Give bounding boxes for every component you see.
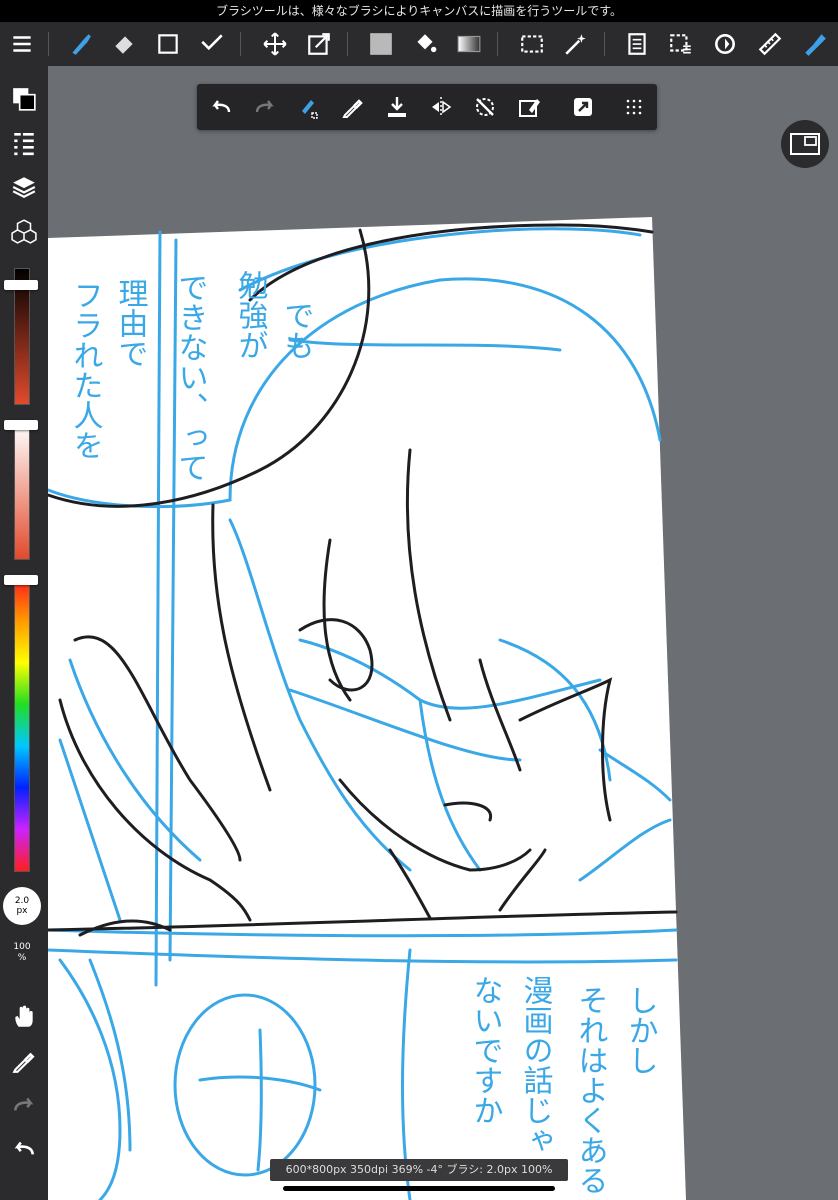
brush-size-indicator[interactable]: 2.0 px: [3, 887, 41, 925]
sketch-text-4: 理由で: [113, 278, 148, 368]
move-icon[interactable]: [258, 28, 292, 60]
opacity-indicator[interactable]: 100 %: [0, 942, 44, 964]
eyedropper-icon[interactable]: [337, 91, 369, 123]
drawing-canvas[interactable]: でも 勉強が できない、って 理由で フラれた人を しかし それはよくある 漫画…: [0, 0, 838, 1200]
toolbar-divider: [347, 32, 348, 56]
line-icon[interactable]: [195, 28, 229, 60]
redo-icon[interactable]: [249, 91, 281, 123]
slider-thumb[interactable]: [4, 575, 38, 585]
redo-icon[interactable]: [7, 1088, 41, 1122]
flip-icon[interactable]: [425, 91, 457, 123]
clear-icon[interactable]: [513, 91, 545, 123]
sketch-text-9: ないですか: [468, 975, 503, 1125]
page-icon[interactable]: [620, 28, 654, 60]
brush-size-unit: px: [16, 906, 28, 916]
sketch-text-2: 勉強が: [233, 270, 269, 360]
status-bar: 600*800px 350dpi 369% -4° ブラシ: 2.0px 100…: [270, 1159, 568, 1181]
toolbar-divider: [240, 32, 241, 56]
layers-icon[interactable]: [7, 170, 41, 204]
layer-list-icon[interactable]: [7, 126, 41, 160]
color-swatch-icon[interactable]: [7, 82, 41, 116]
sketch-text-5: フラれた人を: [68, 280, 103, 460]
brush-size-value: 2.0: [14, 896, 30, 906]
sketch-text-3: できない、って: [173, 272, 208, 482]
transform-icon[interactable]: [302, 28, 336, 60]
top-toolbar: [0, 22, 838, 66]
hue-slider[interactable]: [14, 578, 30, 872]
eyedropper-icon[interactable]: [7, 1044, 41, 1078]
menu-icon[interactable]: [5, 28, 39, 60]
sketch-text-1: でも: [279, 300, 314, 360]
ruler-icon[interactable]: [753, 28, 787, 60]
toolbar-divider: [497, 32, 498, 56]
fill-color-icon[interactable]: [364, 28, 398, 60]
gradient-icon[interactable]: [452, 28, 486, 60]
slider-thumb[interactable]: [4, 280, 38, 290]
brush-icon[interactable]: [63, 28, 97, 60]
blue-brush-icon[interactable]: [798, 28, 832, 60]
toolbar-divider: [604, 32, 605, 56]
eraser-icon[interactable]: [107, 28, 141, 60]
navigator-icon: [790, 133, 820, 155]
materials-icon[interactable]: [7, 214, 41, 248]
shape-icon[interactable]: [151, 28, 185, 60]
snap-off-icon[interactable]: [469, 91, 501, 123]
brush-stabilizer-icon[interactable]: [293, 91, 325, 123]
undo-icon[interactable]: [7, 1132, 41, 1166]
select-icon[interactable]: [515, 28, 549, 60]
home-indicator[interactable]: [283, 1186, 555, 1191]
magic-wand-icon[interactable]: [559, 28, 593, 60]
slider-thumb[interactable]: [4, 420, 38, 430]
undo-icon[interactable]: [205, 91, 237, 123]
select-list-icon[interactable]: [664, 28, 698, 60]
rotate-icon[interactable]: [708, 28, 742, 60]
saturation-slider[interactable]: [14, 422, 30, 560]
opacity-value: 100: [13, 942, 31, 952]
hint-bar: ブラシツールは、様々なブラシによりキャンバスに描画を行うツールです。: [0, 0, 838, 22]
sketch-text-8: 漫画の話じゃ: [518, 975, 553, 1155]
sketch-text-6: しかし: [623, 985, 658, 1075]
hand-icon[interactable]: [7, 1000, 41, 1034]
bucket-icon[interactable]: [408, 28, 442, 60]
sketch-text-7: それはよくある: [573, 985, 608, 1195]
toolbar-divider: [48, 32, 49, 56]
floating-toolbar: [197, 84, 657, 130]
save-download-icon[interactable]: [381, 91, 413, 123]
actions-icon[interactable]: [567, 91, 599, 123]
opacity-unit: %: [17, 953, 27, 963]
navigator-button[interactable]: [781, 120, 829, 168]
grid-icon[interactable]: [618, 91, 650, 123]
